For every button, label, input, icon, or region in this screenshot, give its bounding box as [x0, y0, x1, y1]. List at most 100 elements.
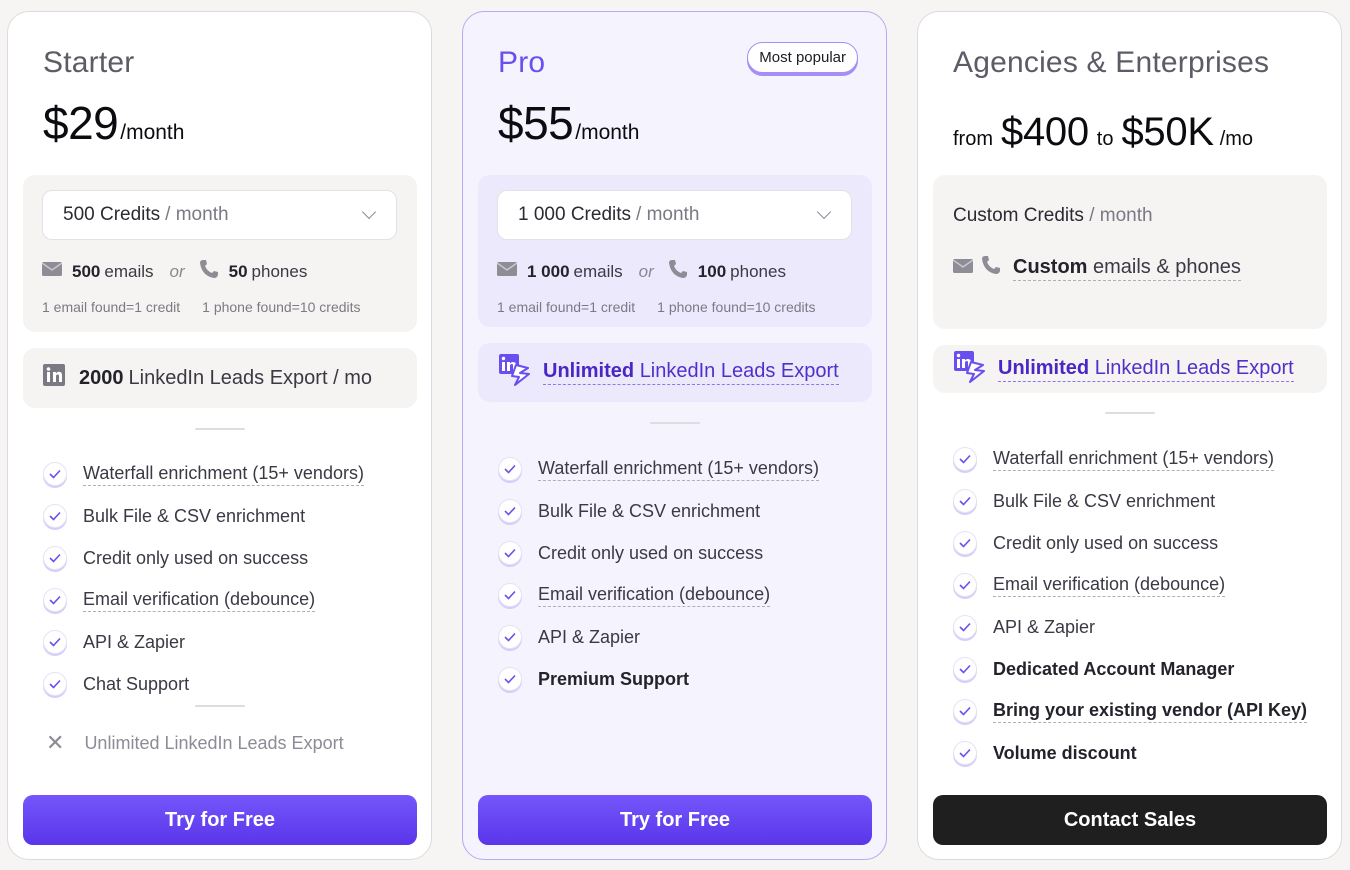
chevron-down-icon — [361, 204, 377, 220]
email-count: 500 — [72, 261, 101, 281]
custom-contacts-link[interactable]: Custom emails & phones — [1013, 256, 1241, 281]
chevron-down-icon — [816, 204, 832, 220]
try-for-free-button[interactable]: Try for Free — [23, 795, 417, 845]
feature-list: Waterfall enrichment (15+ vendors) Bulk … — [498, 448, 819, 700]
linkedin-lightning-icon — [498, 353, 532, 392]
price-period: /month — [120, 121, 185, 144]
feature-label: Credit only used on success — [993, 532, 1219, 553]
phone-icon — [668, 259, 688, 284]
credit-notes: 1 email found=1 credit 1 phone found=10 … — [497, 299, 816, 315]
linkedin-export-link[interactable]: Unlimited LinkedIn Leads Export — [998, 357, 1294, 382]
feature-label: API & Zapier — [83, 631, 186, 652]
check-icon — [498, 667, 522, 691]
linkedin-lightning-icon — [953, 350, 987, 389]
feature-label: Bulk File & CSV enrichment — [993, 490, 1216, 511]
linkedin-label: LinkedIn Leads Export — [1094, 356, 1294, 379]
divider — [650, 422, 700, 424]
contacts-row: 500 emails or 50 phones — [41, 259, 307, 284]
feature-label: API & Zapier — [538, 626, 641, 647]
feature-item: Bring your existing vendor (API Key) — [953, 690, 1308, 732]
feature-label[interactable]: Email verification (debounce) — [83, 589, 316, 612]
credits-select[interactable]: 500 Credits / month — [42, 190, 397, 240]
plan-title: Agencies & Enterprises — [953, 46, 1270, 79]
divider — [195, 705, 245, 707]
feature-item: Dedicated Account Manager — [953, 648, 1307, 690]
check-icon — [43, 462, 67, 486]
linkedin-icon — [43, 364, 65, 392]
linkedin-export-link[interactable]: Unlimited LinkedIn Leads Export — [543, 360, 839, 385]
feature-label[interactable]: Email verification (debounce) — [993, 574, 1226, 597]
feature-item: Waterfall enrichment (15+ vendors) — [953, 438, 1307, 480]
linkedin-strong: Unlimited — [998, 356, 1090, 379]
excluded-feature-label: Unlimited LinkedIn Leads Export — [84, 732, 344, 753]
price-period: /month — [575, 121, 640, 144]
check-icon — [498, 499, 522, 523]
phone-count: 50 — [228, 261, 248, 281]
linkedin-export-box: Unlimited LinkedIn Leads Export — [478, 343, 872, 402]
credits-unit: / month — [1089, 205, 1153, 226]
linkedin-export-box: Unlimited LinkedIn Leads Export — [933, 345, 1327, 393]
check-icon — [953, 699, 977, 723]
check-icon — [43, 672, 67, 696]
excluded-feature: ✕ Unlimited LinkedIn Leads Export — [46, 730, 344, 756]
feature-label[interactable]: Email verification (debounce) — [538, 584, 771, 607]
plan-title: Starter — [43, 46, 135, 79]
check-icon — [43, 630, 67, 654]
feature-label: Credit only used on success — [538, 542, 764, 563]
or-label: or — [169, 261, 185, 281]
contacts-row: 1 000 emails or 100 phones — [496, 259, 786, 284]
feature-item: Email verification (debounce) — [43, 579, 364, 621]
note-phone: 1 phone found=10 credits — [202, 299, 361, 315]
check-icon — [43, 504, 67, 528]
feature-item: Email verification (debounce) — [953, 564, 1307, 606]
email-label: emails — [573, 261, 623, 281]
price-from-label: from — [953, 128, 993, 150]
custom-strong: Custom — [1013, 255, 1088, 278]
email-icon — [496, 261, 518, 282]
linkedin-export-box: 2000 LinkedIn Leads Export / mo — [23, 348, 417, 408]
most-popular-badge: Most popular — [747, 42, 858, 73]
price-amount: $29 — [43, 97, 119, 149]
feature-list: Waterfall enrichment (15+ vendors) Bulk … — [43, 453, 364, 705]
feature-label: Premium Support — [538, 668, 690, 689]
feature-item: Email verification (debounce) — [498, 574, 819, 616]
feature-label[interactable]: Bring your existing vendor (API Key) — [993, 700, 1308, 723]
email-count: 1 000 — [527, 261, 570, 281]
price-to: $50K — [1121, 110, 1214, 154]
credits-unit: / month — [165, 204, 229, 225]
price-period: /mo — [1219, 128, 1254, 150]
feature-label: API & Zapier — [993, 616, 1096, 637]
custom-contacts-row: Custom emails & phones — [952, 255, 1241, 281]
check-icon — [953, 741, 977, 765]
check-icon — [43, 546, 67, 570]
feature-item: Bulk File & CSV enrichment — [43, 495, 364, 537]
contact-sales-button[interactable]: Contact Sales — [933, 795, 1327, 845]
phone-label: phones — [730, 261, 786, 281]
feature-item: Volume discount — [953, 732, 1307, 774]
check-icon — [953, 615, 977, 639]
feature-item: Bulk File & CSV enrichment — [953, 480, 1307, 522]
feature-item: Credit only used on success — [953, 522, 1307, 564]
divider — [1105, 412, 1155, 414]
try-for-free-button[interactable]: Try for Free — [478, 795, 872, 845]
credits-select[interactable]: 1 000 Credits / month — [497, 190, 852, 240]
email-label: emails — [104, 261, 154, 281]
custom-credits-title: Custom Credits / month — [953, 205, 1153, 227]
credits-amount: 1 000 Credits — [518, 204, 632, 225]
check-icon — [43, 588, 67, 612]
feature-item: API & Zapier — [953, 606, 1307, 648]
credit-notes: 1 email found=1 credit 1 phone found=10 … — [42, 299, 361, 315]
check-icon — [498, 625, 522, 649]
feature-label[interactable]: Waterfall enrichment (15+ vendors) — [538, 458, 819, 481]
check-icon — [498, 583, 522, 607]
feature-label: Bulk File & CSV enrichment — [538, 500, 761, 521]
check-icon — [953, 531, 977, 555]
email-icon — [41, 261, 63, 282]
price-to-label: to — [1096, 128, 1114, 150]
plan-card-enterprise: Agencies & Enterprises from $400 to $50K… — [917, 11, 1342, 860]
feature-list: Waterfall enrichment (15+ vendors) Bulk … — [953, 438, 1308, 774]
feature-item: Waterfall enrichment (15+ vendors) — [43, 453, 364, 495]
credits-unit: / month — [636, 204, 700, 225]
feature-label[interactable]: Waterfall enrichment (15+ vendors) — [993, 448, 1274, 471]
feature-label[interactable]: Waterfall enrichment (15+ vendors) — [83, 463, 364, 486]
